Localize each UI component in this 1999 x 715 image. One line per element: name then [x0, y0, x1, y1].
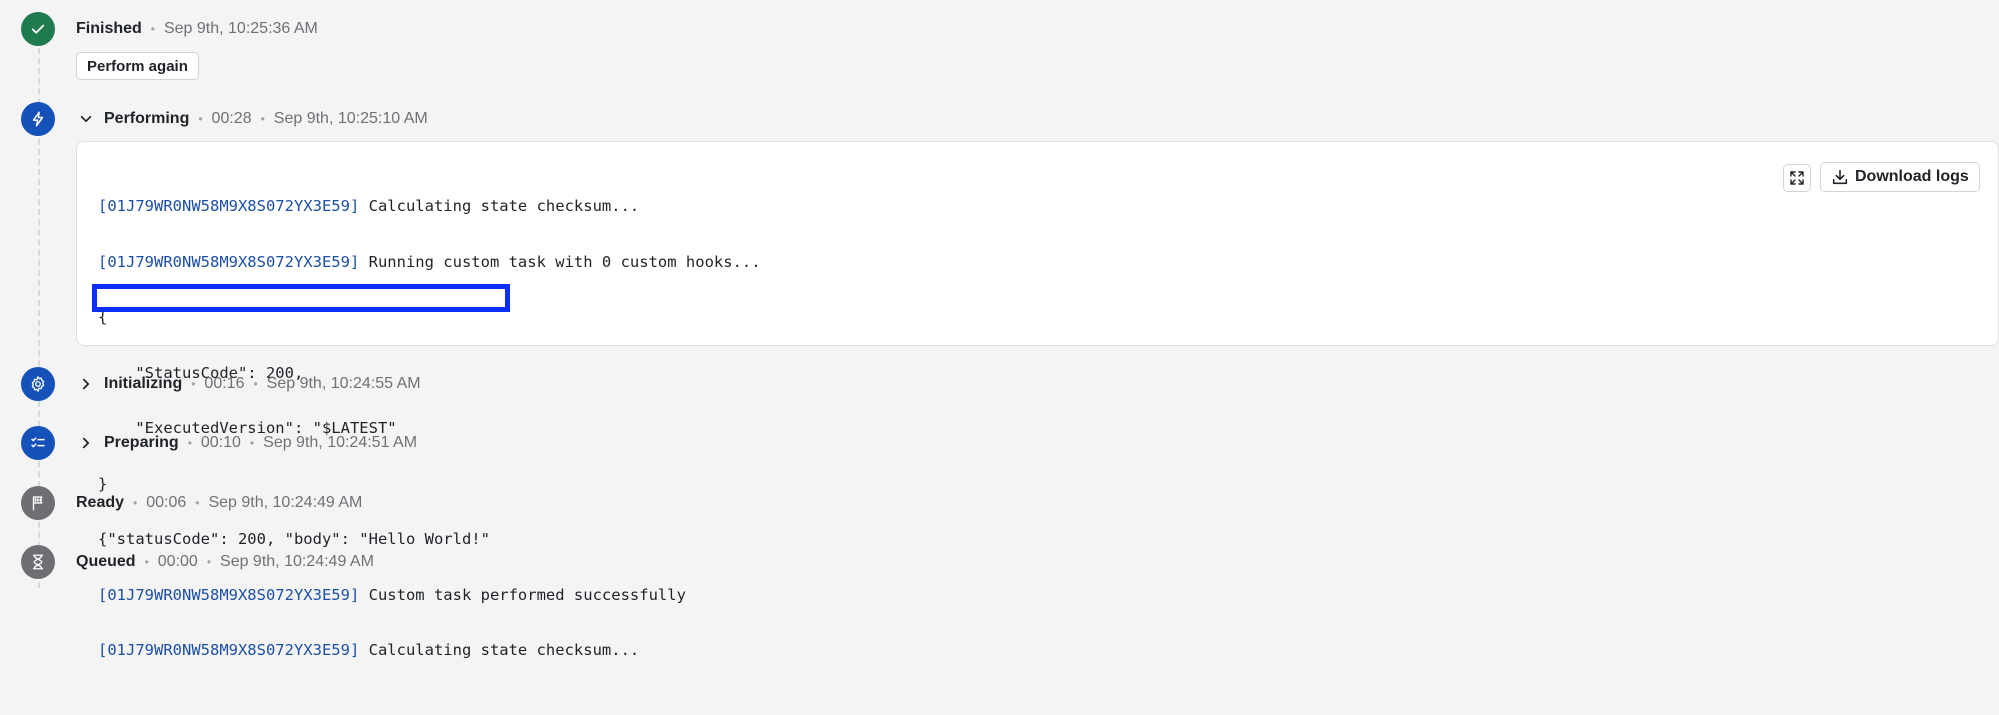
- step-initializing-header[interactable]: Initializing • 00:16 • Sep 9th, 10:24:55…: [76, 367, 421, 401]
- step-title: Queued: [76, 553, 136, 570]
- step-timestamp: Sep 9th, 10:24:49 AM: [220, 553, 374, 570]
- step-title: Initializing: [104, 375, 183, 392]
- step-queued-header: Queued • 00:00 • Sep 9th, 10:24:49 AM: [76, 545, 374, 579]
- highlight-box: [92, 284, 510, 312]
- step-title: Preparing: [104, 434, 179, 451]
- step-duration: 00:06: [146, 494, 187, 511]
- perform-again-button[interactable]: Perform again: [76, 52, 199, 80]
- separator-dot: •: [198, 112, 203, 126]
- step-performing: Performing • 00:28 • Sep 9th, 10:25:10 A…: [0, 102, 1999, 138]
- flag-icon: [21, 486, 55, 520]
- download-icon: [1832, 169, 1848, 185]
- separator-dot: •: [195, 496, 200, 510]
- step-finished-header: Finished • Sep 9th, 10:25:36 AM: [76, 12, 318, 46]
- checklist-icon: [21, 426, 55, 460]
- log-line: [01J79WR0NW58M9X8S072YX3E59] Calculating…: [98, 641, 761, 660]
- separator-dot: •: [144, 555, 149, 569]
- separator-dot: •: [249, 436, 255, 450]
- step-title: Ready: [76, 494, 125, 511]
- log-run-id: [01J79WR0NW58M9X8S072YX3E59]: [98, 252, 360, 271]
- hourglass-icon: [21, 545, 55, 579]
- log-text: Calculating state checksum...: [359, 197, 640, 215]
- log-line: [01J79WR0NW58M9X8S072YX3E59] Custom task…: [98, 586, 761, 605]
- separator-dot: •: [191, 377, 196, 391]
- step-duration: 00:28: [211, 110, 252, 127]
- log-run-id: [01J79WR0NW58M9X8S072YX3E59]: [98, 641, 360, 659]
- step-finished: Finished • Sep 9th, 10:25:36 AM: [0, 12, 1999, 48]
- log-run-id: [01J79WR0NW58M9X8S072YX3E59]: [98, 197, 360, 215]
- step-timestamp: Sep 9th, 10:24:49 AM: [208, 494, 363, 511]
- step-ready-header: Ready • 00:06 • Sep 9th, 10:24:49 AM: [76, 486, 362, 520]
- chevron-right-icon[interactable]: [76, 374, 96, 394]
- log-text: Custom task performed successfully: [359, 585, 686, 604]
- check-icon: [21, 12, 55, 46]
- log-panel: [01J79WR0NW58M9X8S072YX3E59] Calculating…: [76, 141, 1999, 659]
- step-performing-header[interactable]: Performing • 00:28 • Sep 9th, 10:25:10 A…: [76, 102, 428, 136]
- step-timestamp: Sep 9th, 10:24:55 AM: [266, 375, 421, 392]
- step-initializing: Initializing • 00:16 • Sep 9th, 10:24:55…: [0, 367, 1999, 403]
- expand-button[interactable]: [1783, 164, 1811, 192]
- step-preparing-header[interactable]: Preparing • 00:10 • Sep 9th, 10:24:51 AM: [76, 426, 417, 460]
- step-timestamp: Sep 9th, 10:25:10 AM: [273, 110, 428, 127]
- separator-dot: •: [206, 555, 212, 569]
- separator-dot: •: [150, 22, 155, 36]
- step-duration: 00:16: [204, 375, 245, 392]
- log-line: [01J79WR0NW58M9X8S072YX3E59] Running cus…: [98, 253, 761, 272]
- step-timestamp: Sep 9th, 10:24:51 AM: [263, 434, 418, 451]
- step-duration: 00:10: [200, 434, 241, 451]
- separator-dot: •: [253, 377, 258, 391]
- download-logs-label: Download logs: [1855, 168, 1969, 185]
- step-queued: Queued • 00:00 • Sep 9th, 10:24:49 AM: [0, 545, 1999, 581]
- chevron-right-icon[interactable]: [76, 433, 96, 453]
- log-line: [01J79WR0NW58M9X8S072YX3E59] Calculating…: [98, 197, 761, 216]
- step-duration: 00:00: [157, 553, 198, 570]
- gear-icon: [21, 367, 55, 401]
- chevron-down-icon[interactable]: [76, 109, 96, 129]
- separator-dot: •: [187, 436, 192, 450]
- step-ready: Ready • 00:06 • Sep 9th, 10:24:49 AM: [0, 486, 1999, 522]
- log-text: Calculating state checksum...: [359, 641, 640, 659]
- log-run-id: [01J79WR0NW58M9X8S072YX3E59]: [98, 585, 360, 604]
- step-title: Finished: [76, 20, 142, 37]
- log-text: Running custom task with 0 custom hooks.…: [359, 252, 761, 271]
- step-title: Performing: [104, 110, 190, 127]
- step-preparing: Preparing • 00:10 • Sep 9th, 10:24:51 AM: [0, 426, 1999, 462]
- lightning-icon: [21, 102, 55, 136]
- download-logs-button[interactable]: Download logs: [1820, 162, 1980, 192]
- separator-dot: •: [133, 496, 138, 510]
- expand-icon: [1790, 171, 1804, 185]
- step-timestamp: Sep 9th, 10:25:36 AM: [163, 20, 318, 37]
- separator-dot: •: [260, 112, 265, 126]
